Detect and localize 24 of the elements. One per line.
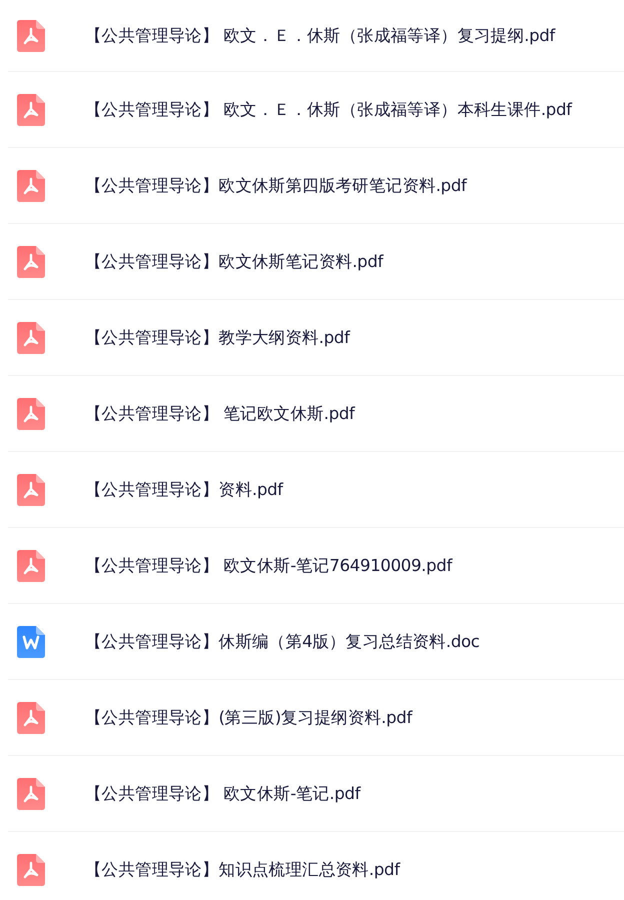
file-name[interactable]: 【公共管理导论】 欧文．Ｅ．休斯（张成福等译）本科生课件.pdf <box>85 98 572 120</box>
file-name[interactable]: 【公共管理导论】(第三版)复习提纲资料.pdf <box>85 706 412 728</box>
pdf-file-icon <box>17 170 45 202</box>
pdf-file-icon <box>17 94 45 126</box>
pdf-file-icon <box>17 854 45 886</box>
pdf-file-icon <box>17 702 45 734</box>
file-name[interactable]: 【公共管理导论】资料.pdf <box>85 478 283 500</box>
file-name[interactable]: 【公共管理导论】 欧文休斯-笔记764910009.pdf <box>85 554 452 576</box>
pdf-file-icon <box>17 246 45 278</box>
pdf-file-icon <box>17 474 45 506</box>
file-name[interactable]: 【公共管理导论】 欧文．Ｅ．休斯（张成福等译）复习提纲.pdf <box>85 24 555 46</box>
word-file-icon <box>17 626 45 658</box>
file-name[interactable]: 【公共管理导论】休斯编（第4版）复习总结资料.doc <box>85 630 480 652</box>
file-name[interactable]: 【公共管理导论】教学大纲资料.pdf <box>85 326 350 348</box>
pdf-file-icon <box>17 20 45 52</box>
file-name[interactable]: 【公共管理导论】知识点梳理汇总资料.pdf <box>85 858 400 880</box>
pdf-file-icon <box>17 550 45 582</box>
file-name[interactable]: 【公共管理导论】 欧文休斯-笔记.pdf <box>85 782 360 804</box>
file-name[interactable]: 【公共管理导论】欧文休斯第四版考研笔记资料.pdf <box>85 174 467 196</box>
file-name[interactable]: 【公共管理导论】欧文休斯笔记资料.pdf <box>85 250 384 272</box>
pdf-file-icon <box>17 778 45 810</box>
file-name[interactable]: 【公共管理导论】 笔记欧文休斯.pdf <box>85 402 355 424</box>
pdf-file-icon <box>17 322 45 354</box>
pdf-file-icon <box>17 398 45 430</box>
